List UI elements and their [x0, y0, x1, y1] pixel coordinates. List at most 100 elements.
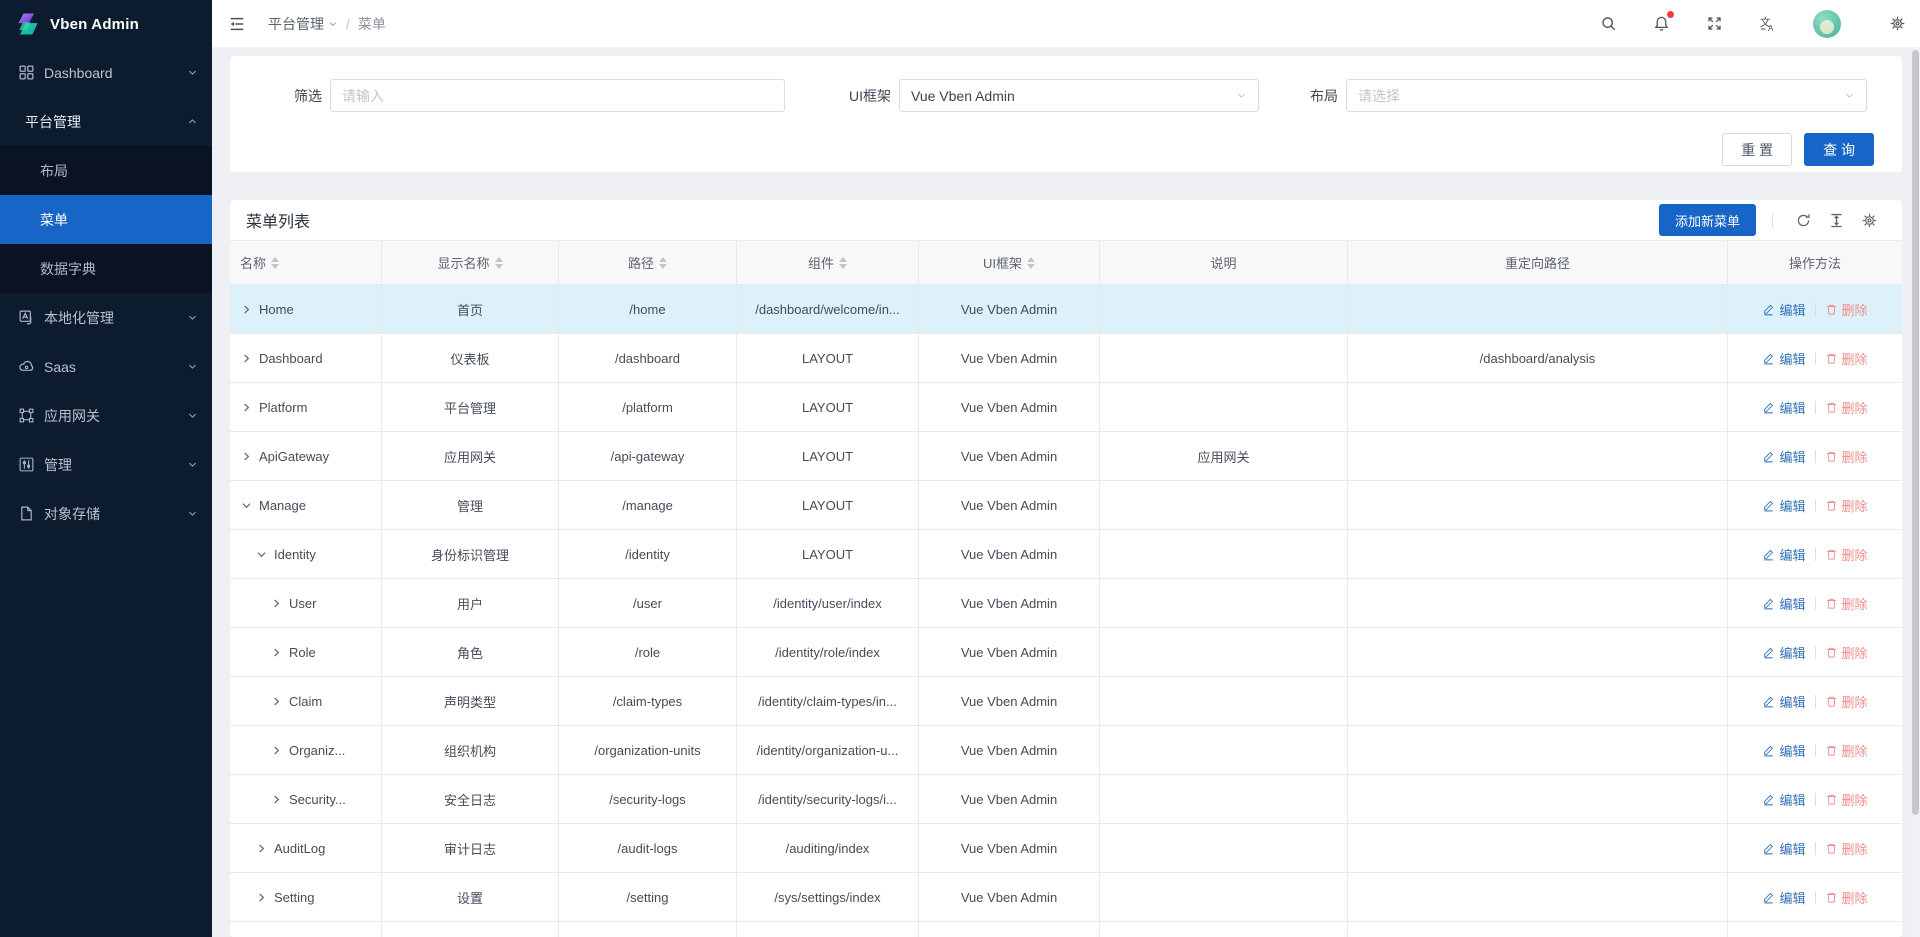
delete-button[interactable]: 删除 [1825, 839, 1868, 858]
sidebar-item-data-dictionary[interactable]: 数据字典 [0, 244, 212, 293]
expand-row-icon[interactable] [240, 352, 253, 365]
framework-select[interactable]: Vue Vben Admin [899, 79, 1259, 112]
table-row: Dashboard仪表板/dashboardLAYOUTVue Vben Adm… [230, 334, 1902, 383]
fullscreen-icon[interactable] [1706, 15, 1723, 32]
delete-button[interactable]: 删除 [1825, 643, 1868, 662]
menu-name: Home [259, 302, 294, 317]
menu-component: /identity/user/index [737, 579, 919, 628]
menu-redirect-path [1348, 383, 1728, 432]
edit-button[interactable]: 编辑 [1762, 496, 1805, 515]
sort-icon[interactable] [839, 257, 847, 269]
edit-button[interactable]: 编辑 [1762, 300, 1805, 319]
edit-button[interactable]: 编辑 [1762, 692, 1805, 711]
menu-name-cell: ApiGateway [230, 432, 382, 481]
sidebar-item-object-storage[interactable]: 对象存储 [0, 489, 212, 538]
expand-row-icon[interactable] [270, 793, 283, 806]
menu-name-cell: Home [230, 285, 382, 334]
sidebar-item-menu[interactable]: 菜单 [0, 195, 212, 244]
expand-row-icon[interactable] [270, 646, 283, 659]
column-header-path[interactable]: 路径 [559, 241, 737, 285]
delete-button[interactable]: 删除 [1825, 594, 1868, 613]
layout-select[interactable]: 请选择 [1346, 79, 1867, 112]
sidebar-item-saas[interactable]: Saas [0, 342, 212, 391]
expand-row-icon[interactable] [240, 450, 253, 463]
search-button[interactable]: 查 询 [1804, 133, 1874, 166]
sidebar-item-dashboard[interactable]: Dashboard [0, 48, 212, 97]
menu-path: /dashboard [559, 334, 737, 383]
keyword-field[interactable] [330, 79, 785, 112]
menu-name-cell: Role [230, 628, 382, 677]
delete-button[interactable]: 删除 [1825, 398, 1868, 417]
expand-row-icon[interactable] [240, 303, 253, 316]
sidebar-item-layout[interactable]: 布局 [0, 146, 212, 195]
delete-button[interactable]: 删除 [1825, 790, 1868, 809]
add-menu-button[interactable]: 添加新菜单 [1659, 204, 1756, 236]
sidebar-group-platform[interactable]: 平台管理 [0, 97, 212, 146]
collapse-row-icon[interactable] [255, 548, 268, 561]
row-height-icon[interactable] [1828, 212, 1845, 229]
expand-row-icon[interactable] [255, 891, 268, 904]
menu-name-cell: Manage [230, 481, 382, 530]
settings-gear-icon[interactable] [1889, 15, 1906, 32]
action-divider [1815, 842, 1816, 855]
table-header-row: 名称 显示名称 路径 组件 UI框架 说明 重定向路径 操作方法 [230, 240, 1902, 285]
delete-button[interactable]: 删除 [1825, 496, 1868, 515]
menu-fold-icon[interactable] [228, 15, 246, 33]
expand-row-icon[interactable] [270, 695, 283, 708]
edit-button[interactable]: 编辑 [1762, 398, 1805, 417]
notification-bell-icon[interactable] [1653, 15, 1670, 32]
delete-button[interactable]: 删除 [1825, 300, 1868, 319]
column-header-display-name[interactable]: 显示名称 [382, 241, 559, 285]
row-actions: 编辑 删除 [1728, 530, 1902, 579]
menu-display-name: 审计日志 [382, 824, 559, 873]
menu-name-cell: Setting [230, 873, 382, 922]
edit-button[interactable]: 编辑 [1762, 643, 1805, 662]
delete-button[interactable]: 删除 [1825, 447, 1868, 466]
delete-button[interactable]: 删除 [1825, 692, 1868, 711]
sliders-icon [18, 456, 35, 473]
expand-row-icon[interactable] [255, 842, 268, 855]
keyword-input[interactable] [342, 88, 773, 104]
edit-label: 编辑 [1779, 643, 1805, 662]
expand-row-icon[interactable] [270, 597, 283, 610]
delete-button[interactable]: 删除 [1825, 888, 1868, 907]
edit-button[interactable]: 编辑 [1762, 545, 1805, 564]
column-header-name[interactable]: 名称 [230, 241, 382, 285]
dashboard-grid-icon [18, 64, 35, 81]
expand-row-icon[interactable] [240, 401, 253, 414]
sort-icon[interactable] [271, 257, 279, 269]
expand-row-icon[interactable] [270, 744, 283, 757]
sort-icon[interactable] [495, 257, 503, 269]
edit-button[interactable]: 编辑 [1762, 594, 1805, 613]
edit-button[interactable]: 编辑 [1762, 349, 1805, 368]
avatar[interactable] [1813, 10, 1841, 38]
edit-button[interactable]: 编辑 [1762, 888, 1805, 907]
sidebar-item-localization[interactable]: 本地化管理 [0, 293, 212, 342]
reset-button[interactable]: 重 置 [1722, 133, 1792, 166]
breadcrumb-parent[interactable]: 平台管理 [268, 14, 338, 34]
table-settings-icon[interactable] [1861, 212, 1878, 229]
edit-button[interactable]: 编辑 [1762, 741, 1805, 760]
delete-button[interactable]: 删除 [1825, 349, 1868, 368]
column-header-ui-framework[interactable]: UI框架 [919, 241, 1100, 285]
page-scrollbar-thumb[interactable] [1912, 50, 1919, 815]
column-header-component[interactable]: 组件 [737, 241, 919, 285]
menu-path: /audit-logs [559, 824, 737, 873]
edit-button[interactable]: 编辑 [1762, 447, 1805, 466]
edit-button[interactable]: 编辑 [1762, 790, 1805, 809]
app-logo[interactable]: Vben Admin [0, 0, 212, 48]
table-title: 菜单列表 [246, 208, 310, 232]
menu-display-name: 安全日志 [382, 775, 559, 824]
sidebar-item-api-gateway[interactable]: 应用网关 [0, 391, 212, 440]
sidebar-item-manage[interactable]: 管理 [0, 440, 212, 489]
collapse-row-icon[interactable] [240, 499, 253, 512]
delete-button[interactable]: 删除 [1825, 741, 1868, 760]
refresh-icon[interactable] [1795, 212, 1812, 229]
sidebar-item-label: 本地化管理 [44, 308, 114, 328]
edit-button[interactable]: 编辑 [1762, 839, 1805, 858]
delete-button[interactable]: 删除 [1825, 545, 1868, 564]
sort-icon[interactable] [659, 257, 667, 269]
translate-icon[interactable]: 文A [1759, 15, 1777, 33]
sort-icon[interactable] [1027, 257, 1035, 269]
search-icon[interactable] [1600, 15, 1617, 32]
